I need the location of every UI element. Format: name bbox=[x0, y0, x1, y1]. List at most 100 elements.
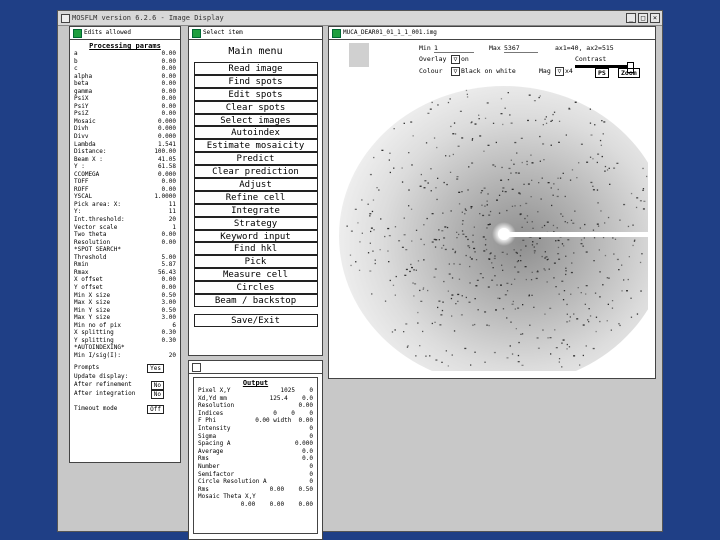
param-value[interactable]: 0.00 bbox=[162, 110, 176, 118]
menu-button-pick[interactable]: Pick bbox=[193, 255, 318, 269]
diffraction-spot bbox=[571, 169, 574, 171]
param-value[interactable]: 0.00 bbox=[162, 276, 176, 284]
diffraction-spot bbox=[608, 277, 610, 279]
param-value[interactable]: 0.30 bbox=[162, 329, 176, 337]
param-row: PsiZ 0.00 bbox=[74, 110, 176, 118]
param-value[interactable]: 0.00 bbox=[162, 95, 176, 103]
close-button[interactable]: × bbox=[650, 13, 660, 23]
param-value[interactable]: 6 bbox=[172, 322, 176, 330]
param-value[interactable]: 1.541 bbox=[158, 141, 176, 149]
menu-button-clear-prediction[interactable]: Clear prediction bbox=[193, 165, 318, 179]
menu-button-select-images[interactable]: Select images bbox=[193, 113, 318, 127]
menu-button-predict[interactable]: Predict bbox=[193, 152, 318, 166]
after-refinement-toggle[interactable]: No bbox=[150, 381, 164, 391]
param-value[interactable]: 20 bbox=[169, 216, 176, 224]
param-value[interactable]: 0.00 bbox=[162, 284, 176, 292]
maximize-button[interactable]: □ bbox=[638, 13, 648, 23]
menu-button-clear-spots[interactable]: Clear spots bbox=[193, 100, 318, 114]
param-value[interactable]: 3.00 bbox=[162, 314, 176, 322]
diffraction-spot bbox=[372, 250, 374, 252]
param-value[interactable]: 11 bbox=[169, 201, 176, 209]
menu-button-measure-cell[interactable]: Measure cell bbox=[193, 268, 318, 282]
overlay-dropdown[interactable]: ▽ bbox=[451, 55, 460, 64]
diffraction-spot bbox=[461, 230, 464, 232]
diffraction-spot bbox=[502, 308, 505, 310]
param-value[interactable]: 0.00 bbox=[162, 50, 176, 58]
param-value[interactable]: 0.000 bbox=[158, 133, 176, 141]
menu-button-circles[interactable]: Circles bbox=[193, 281, 318, 295]
param-value[interactable]: 5.00 bbox=[162, 254, 176, 262]
output-checkbox[interactable] bbox=[192, 363, 201, 372]
param-value[interactable]: 0.00 bbox=[162, 103, 176, 111]
param-value[interactable]: 0.00 bbox=[162, 65, 176, 73]
param-value[interactable]: 0.00 bbox=[162, 58, 176, 66]
param-row: Vector scale 1 bbox=[74, 224, 176, 232]
thumbnail-icon[interactable] bbox=[349, 43, 369, 67]
menu-button-keyword-input[interactable]: Keyword input bbox=[193, 229, 318, 243]
param-value[interactable]: 0.00 bbox=[162, 80, 176, 88]
diffraction-spot bbox=[469, 256, 471, 258]
param-value[interactable]: 0.00 bbox=[162, 73, 176, 81]
prompts-toggle[interactable]: Yes bbox=[147, 364, 164, 374]
menu-button-integrate[interactable]: Integrate bbox=[193, 203, 318, 217]
diffraction-spot bbox=[431, 101, 433, 104]
diffraction-spot bbox=[405, 323, 408, 325]
param-value[interactable]: 61.58 bbox=[158, 163, 176, 171]
param-label: Pick area: X: bbox=[74, 200, 121, 208]
menu-button-edit-spots[interactable]: Edit spots bbox=[193, 87, 318, 101]
diffraction-spot bbox=[444, 248, 447, 251]
diffraction-spot bbox=[561, 342, 563, 344]
param-value[interactable]: 11 bbox=[169, 208, 176, 216]
param-value[interactable]: 0.00 bbox=[162, 88, 176, 96]
param-value[interactable]: 0.00 bbox=[162, 186, 176, 194]
param-value[interactable]: 5.87 bbox=[162, 261, 176, 269]
minimize-button[interactable]: _ bbox=[626, 13, 636, 23]
menu-button-estimate-mosaicity[interactable]: Estimate mosaicity bbox=[193, 139, 318, 153]
param-value[interactable]: 1 bbox=[172, 224, 176, 232]
window-menu-icon[interactable] bbox=[61, 14, 70, 23]
timeout-toggle[interactable]: Off bbox=[147, 405, 164, 415]
menu-button-strategy[interactable]: Strategy bbox=[193, 216, 318, 230]
param-value[interactable]: 41.05 bbox=[158, 156, 176, 164]
diffraction-spot bbox=[459, 110, 462, 112]
param-value[interactable]: 100.00 bbox=[154, 148, 176, 156]
param-value[interactable]: 0.00 bbox=[162, 178, 176, 186]
output-row: Spacing A 0.000 bbox=[194, 440, 317, 448]
ps-button[interactable]: PS bbox=[595, 68, 609, 78]
diffraction-spot bbox=[545, 256, 548, 258]
diffraction-spot bbox=[447, 101, 450, 104]
param-value[interactable]: 0.00 bbox=[162, 239, 176, 247]
save-exit-button[interactable]: Save/Exit bbox=[193, 313, 318, 327]
param-value[interactable]: 0.00 bbox=[162, 231, 176, 239]
diffraction-image[interactable] bbox=[339, 86, 648, 371]
param-value[interactable]: 56.43 bbox=[158, 269, 176, 277]
param-value[interactable]: 3.00 bbox=[162, 299, 176, 307]
param-value[interactable]: 0.000 bbox=[158, 171, 176, 179]
param-value[interactable]: 0.000 bbox=[158, 125, 176, 133]
menu-button-find-spots[interactable]: Find spots bbox=[193, 74, 318, 88]
diffraction-spot bbox=[604, 170, 606, 172]
param-label: Int.threshold: bbox=[74, 216, 125, 224]
diffraction-spot bbox=[476, 279, 479, 281]
zoom-button[interactable]: Zoom bbox=[618, 68, 640, 78]
param-row: b 0.00 bbox=[74, 58, 176, 66]
colour-dropdown[interactable]: ▽ bbox=[451, 67, 460, 76]
param-value[interactable]: 0.30 bbox=[162, 337, 176, 345]
mag-dropdown[interactable]: ▽ bbox=[555, 67, 564, 76]
diffraction-spot bbox=[495, 141, 497, 144]
menu-button-autoindex[interactable]: Autoindex bbox=[193, 126, 318, 140]
menu-button-refine-cell[interactable]: Refine cell bbox=[193, 190, 318, 204]
param-value[interactable]: 0.000 bbox=[158, 118, 176, 126]
diffraction-spot bbox=[578, 162, 580, 164]
after-integration-toggle[interactable]: No bbox=[150, 390, 164, 400]
menu-button-read-image[interactable]: Read image bbox=[193, 62, 318, 75]
menu-button-beam-backstop[interactable]: Beam / backstop bbox=[193, 294, 318, 307]
param-value[interactable]: 0.50 bbox=[162, 292, 176, 300]
menu-button-find-hkl[interactable]: Find hkl bbox=[193, 242, 318, 256]
param-value[interactable]: 20 bbox=[169, 352, 176, 360]
menu-button-adjust[interactable]: Adjust bbox=[193, 178, 318, 191]
min-value[interactable]: 1 bbox=[434, 44, 474, 53]
param-value[interactable]: 0.50 bbox=[162, 307, 176, 315]
param-value[interactable]: 1.0000 bbox=[154, 193, 176, 201]
max-value[interactable]: 5367 bbox=[504, 44, 538, 53]
